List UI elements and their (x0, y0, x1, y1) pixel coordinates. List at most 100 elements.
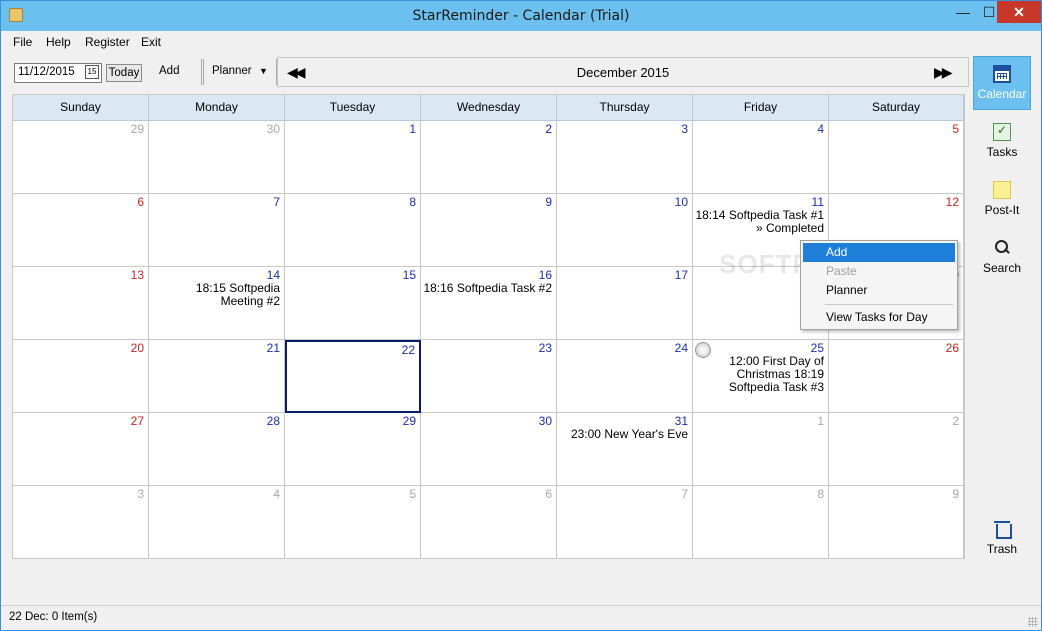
day-cell[interactable]: 15 (285, 267, 421, 340)
day-cell[interactable]: 31 23:00 New Year's Eve (557, 413, 693, 486)
postit-icon (993, 181, 1011, 199)
day-cell[interactable]: 9 (421, 194, 557, 267)
day-cell[interactable]: 5 (285, 486, 421, 559)
chevron-down-icon[interactable]: ▼ (259, 66, 268, 76)
day-number: 7 (681, 487, 688, 501)
day-number: 29 (402, 414, 416, 428)
day-cell[interactable]: 29 (13, 121, 149, 194)
day-cell[interactable]: 30 (149, 121, 285, 194)
context-menu-add[interactable]: Add (803, 243, 955, 262)
planner-button[interactable]: Planner (212, 65, 252, 77)
day-number: 3 (681, 122, 688, 136)
day-number: 27 (130, 414, 144, 428)
context-menu-view-tasks[interactable]: View Tasks for Day (803, 308, 955, 327)
day-number: 22 (401, 343, 415, 357)
day-cell[interactable]: 13 (13, 267, 149, 340)
sidebar-item-label: Trash (986, 542, 1018, 556)
day-number: 11 (811, 195, 824, 209)
status-text: 22 Dec: 0 Item(s) (9, 611, 98, 623)
minimize-button[interactable]: — (949, 1, 977, 23)
day-cell-selected[interactable]: 22 (285, 340, 421, 413)
day-cell[interactable]: 1 (285, 121, 421, 194)
day-cell[interactable]: 7 (149, 194, 285, 267)
today-button[interactable]: Today (106, 64, 142, 82)
day-cell[interactable]: 8 (693, 486, 829, 559)
sidebar-item-search[interactable]: Search (973, 231, 1031, 285)
day-number: 30 (538, 414, 552, 428)
sidebar-item-tasks[interactable]: Tasks (973, 115, 1031, 169)
context-menu-separator (825, 304, 953, 305)
context-menu-planner[interactable]: Planner (803, 281, 955, 300)
sidebar-item-label: Search (982, 261, 1022, 275)
sidebar-item-trash[interactable]: Trash (973, 512, 1031, 566)
close-button[interactable]: ✕ (997, 1, 1041, 23)
day-cell[interactable]: 24 (557, 340, 693, 413)
day-number: 26 (945, 341, 959, 355)
day-cell[interactable]: 5 (829, 121, 964, 194)
event-text[interactable]: 18:14 Softpedia Task #1 » Completed (694, 209, 824, 235)
menu-help[interactable]: Help (46, 35, 71, 49)
day-cell[interactable]: 6 (13, 194, 149, 267)
day-cell[interactable]: 3 (557, 121, 693, 194)
event-text[interactable]: 18:16 Softpedia Task #2 (422, 282, 552, 295)
event-text[interactable]: 12:00 First Day of Christmas 18:19 Softp… (694, 355, 824, 394)
resize-grip-icon[interactable] (1028, 617, 1038, 627)
calendar-icon (993, 65, 1011, 83)
day-cell[interactable]: 2 (829, 413, 964, 486)
day-cell[interactable]: 1 (693, 413, 829, 486)
day-cell[interactable]: 4 (149, 486, 285, 559)
day-header: Monday (149, 95, 285, 121)
day-cell[interactable]: 30 (421, 413, 557, 486)
day-cell[interactable]: 25 12:00 First Day of Christmas 18:19 Sof… (693, 340, 829, 413)
day-cell[interactable]: 23 (421, 340, 557, 413)
event-text[interactable]: 18:15 Softpedia Meeting #2 (150, 282, 280, 308)
add-button[interactable]: Add (159, 65, 179, 77)
day-number: 15 (402, 268, 416, 282)
sidebar-item-calendar[interactable]: Calendar (973, 56, 1031, 110)
toolbar: 11/12/2015 15 Today Add Planner ▼ ◀◀ Dec… (9, 57, 969, 87)
day-cell[interactable]: 21 (149, 340, 285, 413)
day-cell[interactable]: 26 (829, 340, 964, 413)
day-number: 16 (538, 268, 552, 282)
day-cell[interactable]: 9 (829, 486, 964, 559)
day-number: 31 (674, 414, 688, 428)
day-cell[interactable]: 6 (421, 486, 557, 559)
title-bar[interactable]: StarReminder - Calendar (Trial) — ☐ ✕ (1, 1, 1041, 31)
sidebar-item-label: Post-It (984, 203, 1020, 217)
day-number: 21 (266, 341, 280, 355)
event-text[interactable]: 23:00 New Year's Eve (558, 428, 688, 441)
day-header: Friday (693, 95, 829, 121)
day-cell[interactable]: 20 (13, 340, 149, 413)
day-number: 4 (817, 122, 824, 136)
month-title: December 2015 (576, 65, 670, 80)
day-cell[interactable]: 2 (421, 121, 557, 194)
sidebar-item-postit[interactable]: Post-It (973, 173, 1031, 227)
day-cell[interactable]: 17 (557, 267, 693, 340)
day-cell[interactable]: 10 (557, 194, 693, 267)
day-cell[interactable]: 28 (149, 413, 285, 486)
menu-exit[interactable]: Exit (141, 35, 161, 49)
sidebar-item-label: Tasks (986, 145, 1018, 159)
day-cell[interactable]: 14 18:15 Softpedia Meeting #2 (149, 267, 285, 340)
day-cell[interactable]: 27 (13, 413, 149, 486)
menu-register[interactable]: Register (85, 35, 130, 49)
day-number: 6 (137, 195, 144, 209)
window-title: StarReminder - Calendar (Trial) (412, 8, 630, 24)
day-cell[interactable]: 8 (285, 194, 421, 267)
day-number: 5 (409, 487, 416, 501)
context-menu-paste[interactable]: Paste (803, 262, 955, 281)
day-cell[interactable]: 29 (285, 413, 421, 486)
next-month-button[interactable]: ▶▶ (934, 64, 952, 81)
day-cell[interactable]: 16 18:16 Softpedia Task #2 (421, 267, 557, 340)
day-number: 4 (273, 487, 280, 501)
day-cell[interactable]: 7 (557, 486, 693, 559)
day-cell[interactable]: 3 (13, 486, 149, 559)
day-cell[interactable]: 4 (693, 121, 829, 194)
menu-file[interactable]: File (13, 35, 32, 49)
sidebar-item-label: Calendar (977, 87, 1027, 101)
date-picker-icon[interactable]: 15 (85, 65, 99, 79)
day-number: 29 (130, 122, 144, 136)
day-header: Wednesday (421, 95, 557, 121)
search-icon (993, 239, 1011, 257)
sidebar: Calendar Tasks Post-It Search Trash (969, 53, 1039, 573)
